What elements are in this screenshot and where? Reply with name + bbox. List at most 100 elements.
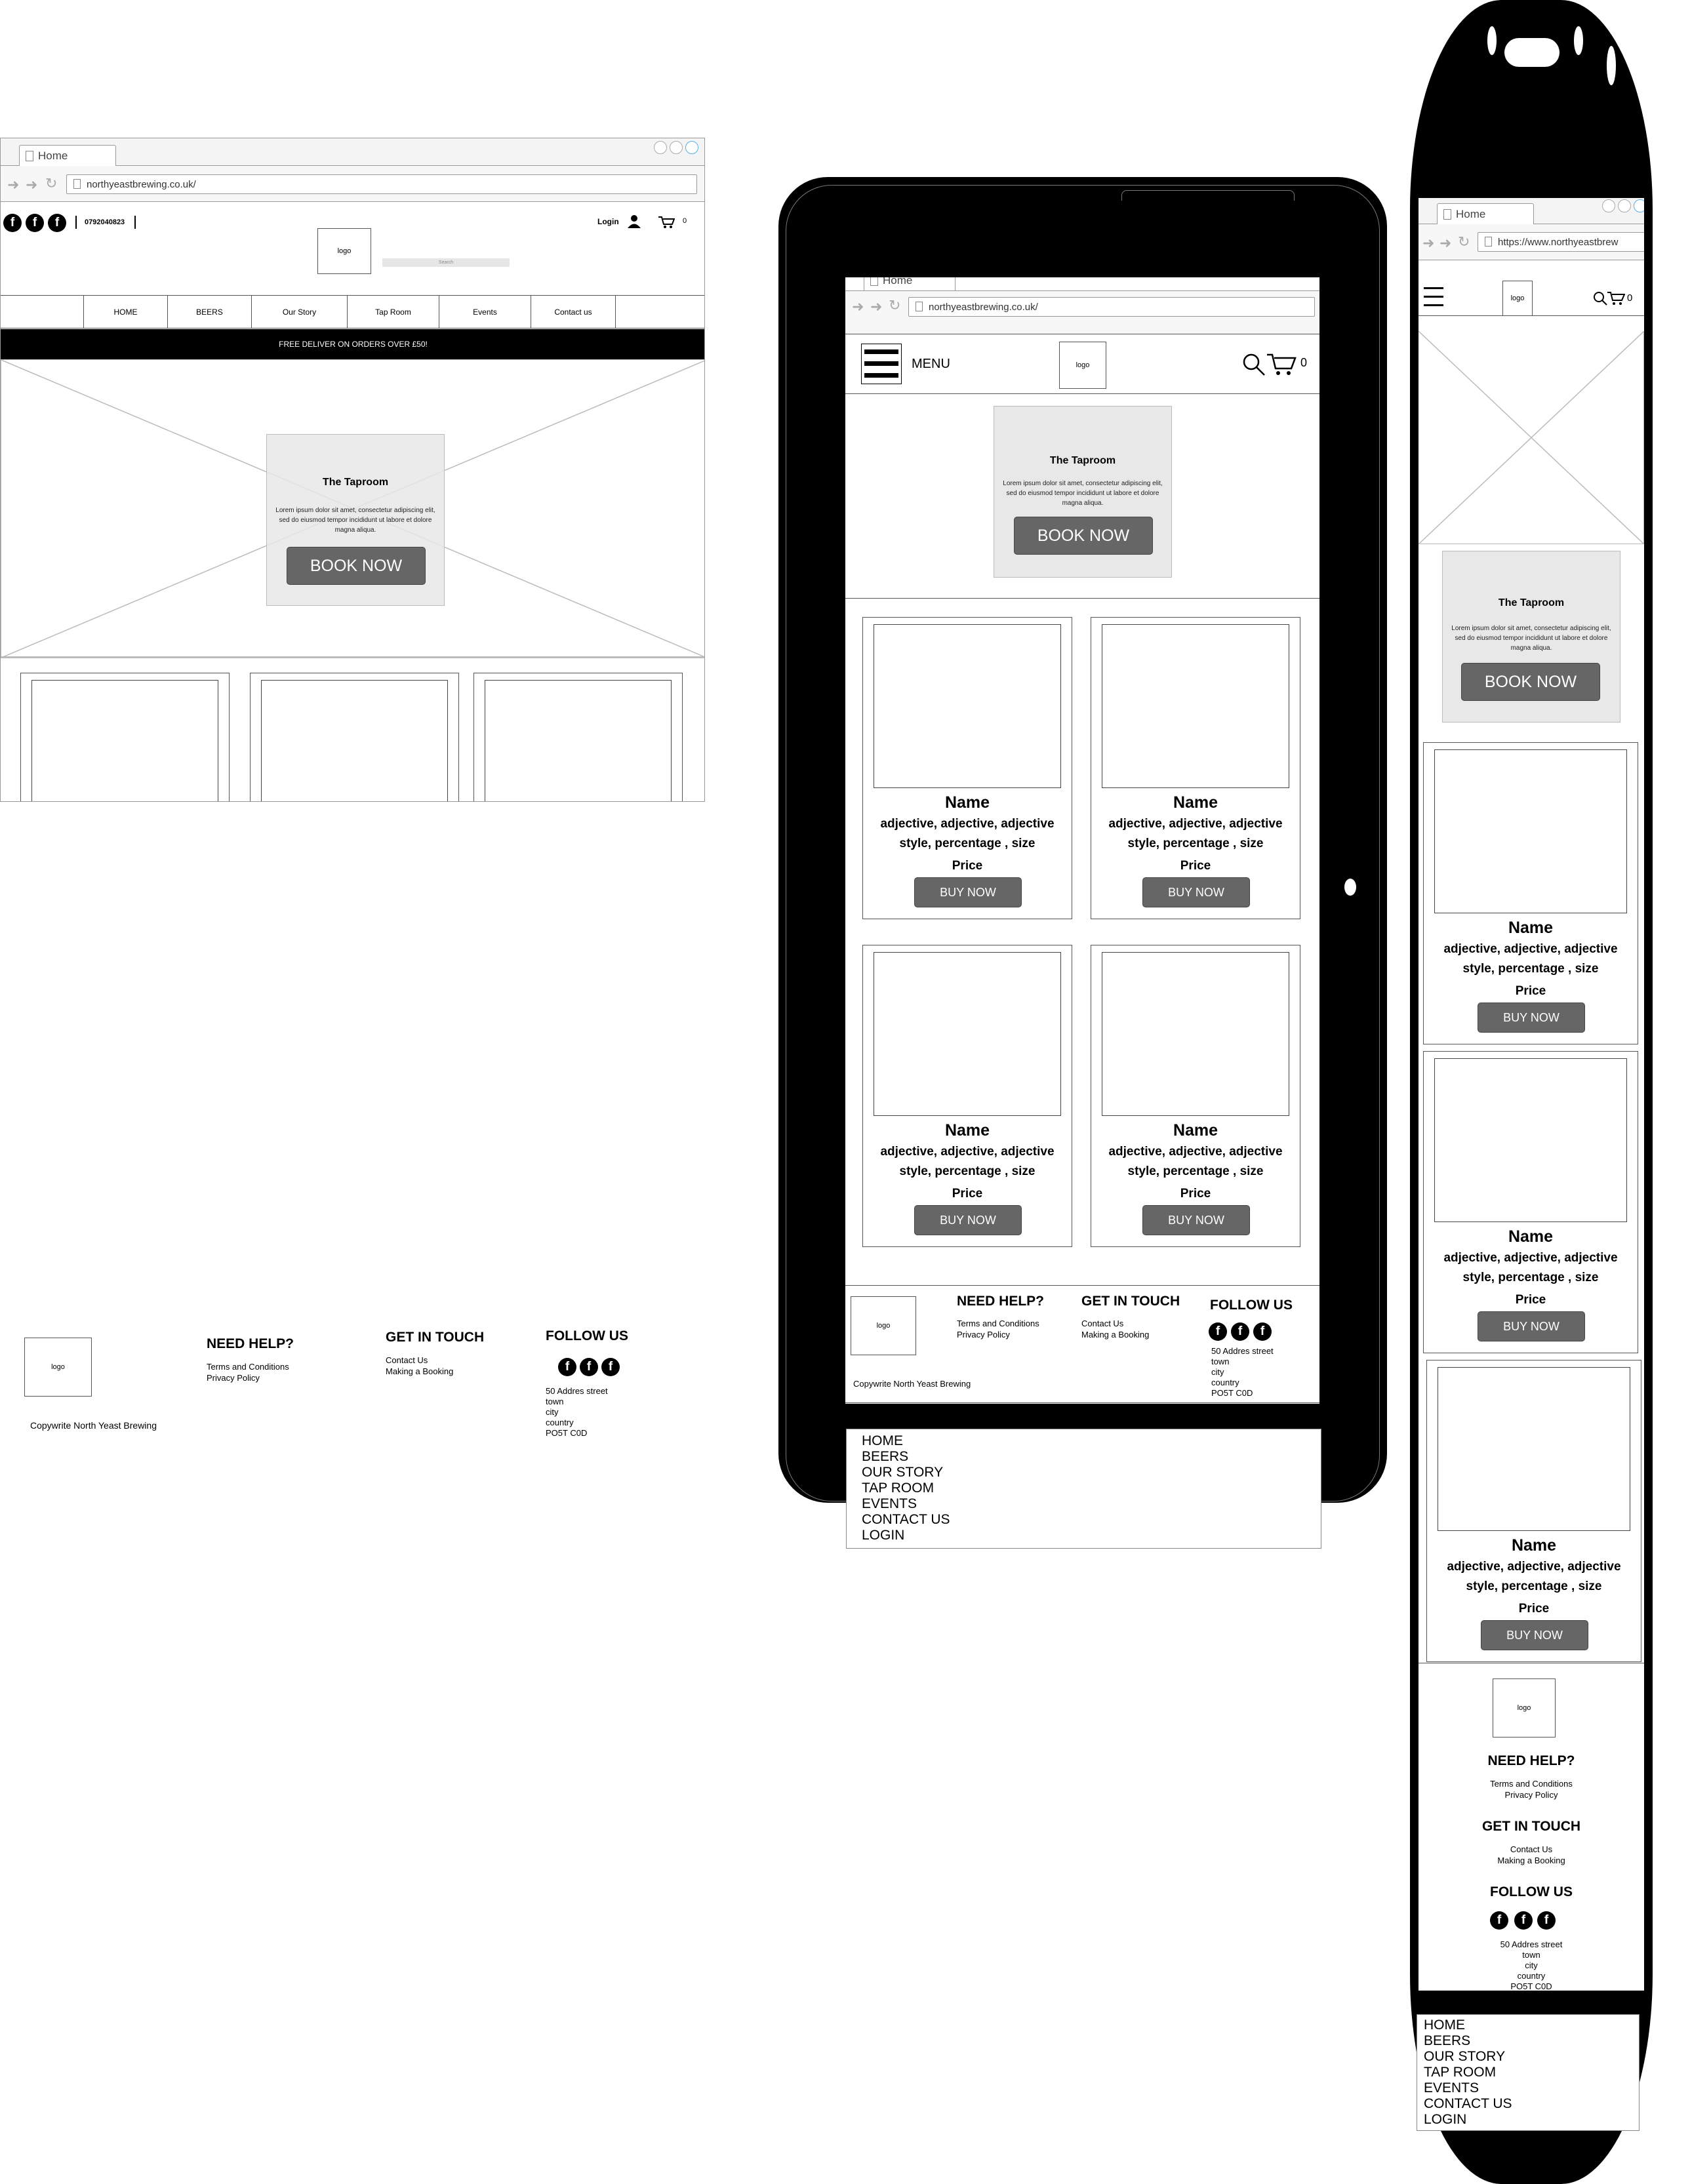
buy-now-button[interactable]: BUY NOW bbox=[914, 1205, 1022, 1235]
facebook-icon[interactable]: f bbox=[26, 214, 44, 232]
mobile-url-field[interactable]: https://www.northyeastbrew bbox=[1478, 232, 1644, 252]
menu-item-tap-room[interactable]: TAP ROOM bbox=[862, 1480, 1321, 1496]
window-minimize-button[interactable] bbox=[1602, 199, 1615, 212]
forward-arrow-icon[interactable]: ➜ bbox=[1439, 236, 1451, 250]
menu-item-beers[interactable]: BEERS bbox=[1424, 2033, 1639, 2049]
user-icon[interactable] bbox=[627, 214, 641, 229]
buy-now-button[interactable]: BUY NOW bbox=[1142, 877, 1250, 907]
window-close-button[interactable] bbox=[1634, 199, 1644, 212]
menu-item-events[interactable]: EVENTS bbox=[1424, 2080, 1639, 2096]
contact-link[interactable]: Contact Us bbox=[1418, 1844, 1644, 1855]
booking-link[interactable]: Making a Booking bbox=[1081, 1329, 1149, 1340]
tablet-logo[interactable]: logo bbox=[1059, 342, 1106, 389]
privacy-link[interactable]: Privacy Policy bbox=[1418, 1789, 1644, 1800]
buy-now-button[interactable]: BUY NOW bbox=[1142, 1205, 1250, 1235]
booking-link[interactable]: Making a Booking bbox=[386, 1366, 453, 1377]
footer-logo[interactable]: logo bbox=[24, 1338, 92, 1397]
window-maximize-button[interactable] bbox=[1618, 199, 1631, 212]
reload-icon[interactable]: ↻ bbox=[1458, 235, 1470, 249]
nav-item-events[interactable]: Events bbox=[439, 296, 531, 328]
back-arrow-icon[interactable]: ➜ bbox=[1422, 236, 1434, 250]
login-link[interactable]: Login bbox=[597, 217, 619, 226]
cart-icon[interactable] bbox=[1266, 353, 1297, 376]
buy-now-button[interactable]: BUY NOW bbox=[914, 877, 1022, 907]
product-card: Nameadjective, adjective, adjectivestyle… bbox=[1091, 617, 1300, 919]
facebook-icon[interactable]: f bbox=[1490, 1911, 1508, 1930]
menu-item-contact-us[interactable]: CONTACT US bbox=[862, 1512, 1321, 1528]
forward-arrow-icon[interactable]: ➜ bbox=[870, 300, 882, 314]
reload-icon[interactable]: ↻ bbox=[889, 298, 900, 313]
menu-item-contact-us[interactable]: CONTACT US bbox=[1424, 2096, 1639, 2112]
privacy-link[interactable]: Privacy Policy bbox=[207, 1372, 260, 1383]
privacy-link[interactable]: Privacy Policy bbox=[957, 1329, 1010, 1340]
nav-item-contact-us[interactable]: Contact us bbox=[531, 296, 616, 328]
mobile-tab-home[interactable]: Home bbox=[1437, 203, 1534, 224]
terms-link[interactable]: Terms and Conditions bbox=[207, 1361, 289, 1372]
nav-item-beers[interactable]: BEERS bbox=[167, 296, 251, 328]
desktop-url-field[interactable]: northyeastbrewing.co.uk/ bbox=[66, 174, 697, 194]
product-description: adjective, adjective, adjective style, pe… bbox=[1091, 814, 1300, 854]
buy-now-button[interactable]: BUY NOW bbox=[1478, 1311, 1585, 1341]
terms-link[interactable]: Terms and Conditions bbox=[1418, 1778, 1644, 1789]
book-now-button[interactable]: BOOK NOW bbox=[1014, 517, 1153, 555]
mobile-speaker bbox=[1504, 38, 1559, 67]
facebook-icon[interactable]: f bbox=[48, 214, 66, 232]
facebook-icon[interactable]: f bbox=[1537, 1911, 1556, 1930]
footer-logo[interactable]: logo bbox=[1493, 1678, 1556, 1737]
menu-item-home[interactable]: HOME bbox=[1424, 2017, 1639, 2033]
facebook-icon[interactable]: f bbox=[558, 1358, 576, 1376]
menu-item-tap-room[interactable]: TAP ROOM bbox=[1424, 2065, 1639, 2080]
forward-arrow-icon[interactable]: ➜ bbox=[26, 178, 37, 192]
buy-now-button[interactable]: BUY NOW bbox=[1478, 1003, 1585, 1033]
window-minimize-button[interactable] bbox=[654, 141, 667, 154]
address-block: 50 Addres street town city country PO5T … bbox=[546, 1386, 608, 1439]
contact-link[interactable]: Contact Us bbox=[386, 1355, 428, 1366]
facebook-icon[interactable]: f bbox=[580, 1358, 598, 1376]
window-close-button[interactable] bbox=[685, 141, 698, 154]
facebook-icon[interactable]: f bbox=[1253, 1322, 1272, 1341]
menu-item-our-story[interactable]: OUR STORY bbox=[1424, 2049, 1639, 2065]
facebook-icon[interactable]: f bbox=[1231, 1322, 1249, 1341]
contact-link[interactable]: Contact Us bbox=[1081, 1318, 1123, 1329]
desktop-tab-home[interactable]: Home bbox=[19, 145, 116, 166]
facebook-icon[interactable]: f bbox=[1209, 1322, 1227, 1341]
facebook-icon[interactable]: f bbox=[3, 214, 22, 232]
book-now-button[interactable]: BOOK NOW bbox=[1461, 663, 1600, 701]
terms-link[interactable]: Terms and Conditions bbox=[957, 1318, 1039, 1329]
search-icon[interactable] bbox=[1242, 353, 1266, 376]
search-input[interactable]: Search bbox=[382, 258, 510, 267]
tablet-tab-home[interactable]: Home bbox=[864, 277, 956, 290]
nav-item-tap-room[interactable]: Tap Room bbox=[347, 296, 439, 328]
product-card: Nameadjective, adjective, adjectivestyle… bbox=[20, 673, 230, 801]
footer-logo[interactable]: logo bbox=[851, 1296, 916, 1355]
menu-item-login[interactable]: LOGIN bbox=[862, 1528, 1321, 1543]
menu-item-our-story[interactable]: OUR STORY bbox=[862, 1465, 1321, 1480]
menu-item-events[interactable]: EVENTS bbox=[862, 1496, 1321, 1512]
url-text: https://www.northyeastbrew bbox=[1498, 236, 1619, 248]
search-icon[interactable] bbox=[1593, 291, 1607, 306]
menu-item-home[interactable]: HOME bbox=[862, 1433, 1321, 1449]
facebook-icon[interactable]: f bbox=[1514, 1911, 1533, 1930]
address-line: country bbox=[546, 1418, 574, 1427]
menu-label[interactable]: MENU bbox=[912, 357, 950, 372]
tablet-url-field[interactable]: northyeastbrewing.co.uk/ bbox=[908, 297, 1315, 317]
back-arrow-icon[interactable]: ➜ bbox=[852, 300, 864, 314]
back-arrow-icon[interactable]: ➜ bbox=[7, 178, 19, 192]
nav-item-our-story[interactable]: Our Story bbox=[251, 296, 347, 328]
tablet-home-button[interactable] bbox=[1344, 879, 1356, 896]
site-logo[interactable]: logo bbox=[317, 228, 371, 274]
menu-item-beers[interactable]: BEERS bbox=[862, 1449, 1321, 1465]
mobile-logo[interactable]: logo bbox=[1502, 281, 1533, 316]
nav-item-home[interactable]: HOME bbox=[83, 296, 167, 328]
hamburger-menu-icon[interactable] bbox=[861, 344, 902, 384]
hamburger-menu-icon[interactable] bbox=[1424, 287, 1443, 308]
facebook-icon[interactable]: f bbox=[601, 1358, 620, 1376]
menu-item-login[interactable]: LOGIN bbox=[1424, 2112, 1639, 2128]
cart-icon[interactable] bbox=[658, 216, 675, 229]
buy-now-button[interactable]: BUY NOW bbox=[1481, 1620, 1588, 1650]
cart-icon[interactable] bbox=[1607, 291, 1625, 306]
reload-icon[interactable]: ↻ bbox=[45, 176, 57, 191]
book-now-button[interactable]: BOOK NOW bbox=[287, 547, 426, 585]
booking-link[interactable]: Making a Booking bbox=[1418, 1855, 1644, 1866]
window-maximize-button[interactable] bbox=[670, 141, 683, 154]
